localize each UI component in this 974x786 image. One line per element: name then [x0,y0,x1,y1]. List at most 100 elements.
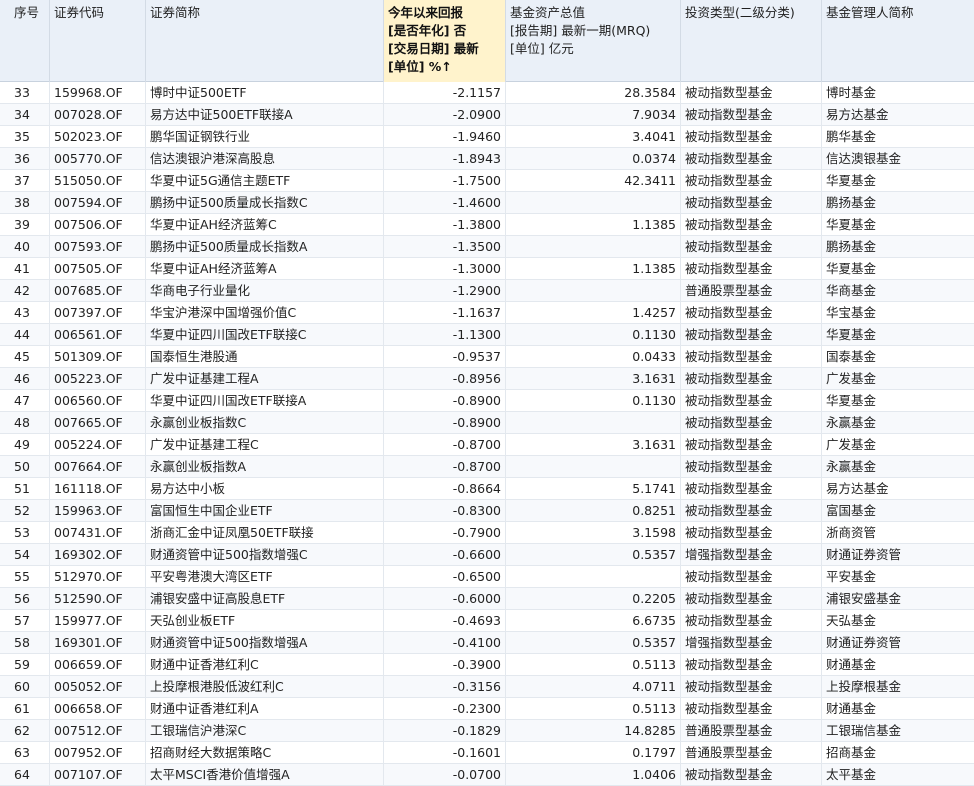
cell-code[interactable]: 159963.OF [50,500,146,522]
cell-ytd-return[interactable]: -0.8300 [384,500,506,522]
table-row[interactable]: 54 169302.OF 财通资管中证500指数增强C -0.6600 0.5357 增强… [0,544,974,566]
cell-total-assets[interactable]: 1.1385 [506,258,681,280]
cell-seq[interactable]: 44 [0,324,50,346]
cell-name[interactable]: 华夏中证四川国改ETF联接A [146,390,384,412]
cell-invest-type[interactable]: 被动指数型基金 [681,654,822,676]
cell-invest-type[interactable]: 增强指数型基金 [681,632,822,654]
cell-total-assets[interactable] [506,566,681,588]
cell-code[interactable]: 006659.OF [50,654,146,676]
cell-code[interactable]: 007397.OF [50,302,146,324]
cell-code[interactable]: 502023.OF [50,126,146,148]
cell-code[interactable]: 005052.OF [50,676,146,698]
cell-seq[interactable]: 55 [0,566,50,588]
cell-total-assets[interactable]: 28.3584 [506,82,681,104]
cell-code[interactable]: 006658.OF [50,698,146,720]
cell-manager[interactable]: 招商基金 [822,742,974,764]
cell-ytd-return[interactable]: -1.3800 [384,214,506,236]
cell-code[interactable]: 159977.OF [50,610,146,632]
cell-seq[interactable]: 52 [0,500,50,522]
cell-ytd-return[interactable]: -1.7500 [384,170,506,192]
cell-name[interactable]: 财通中证香港红利C [146,654,384,676]
cell-total-assets[interactable]: 0.5357 [506,632,681,654]
cell-seq[interactable]: 64 [0,764,50,786]
cell-ytd-return[interactable]: -0.6500 [384,566,506,588]
cell-seq[interactable]: 51 [0,478,50,500]
cell-name[interactable]: 永赢创业板指数A [146,456,384,478]
cell-seq[interactable]: 53 [0,522,50,544]
cell-code[interactable]: 007665.OF [50,412,146,434]
cell-code[interactable]: 007664.OF [50,456,146,478]
cell-seq[interactable]: 40 [0,236,50,258]
table-row[interactable]: 52 159963.OF 富国恒生中国企业ETF -0.8300 0.8251 被动指数型… [0,500,974,522]
cell-total-assets[interactable]: 1.4257 [506,302,681,324]
cell-ytd-return[interactable]: -1.1300 [384,324,506,346]
cell-seq[interactable]: 47 [0,390,50,412]
cell-name[interactable]: 平安粤港澳大湾区ETF [146,566,384,588]
cell-code[interactable]: 005224.OF [50,434,146,456]
cell-name[interactable]: 易方达中证500ETF联接A [146,104,384,126]
table-row[interactable]: 55 512970.OF 平安粤港澳大湾区ETF -0.6500 被动指数型基金 平安基金 [0,566,974,588]
col-header-invest-type[interactable]: 投资类型(二级分类) [681,0,822,82]
cell-ytd-return[interactable]: -0.8900 [384,412,506,434]
cell-invest-type[interactable]: 被动指数型基金 [681,258,822,280]
cell-name[interactable]: 易方达中小板 [146,478,384,500]
cell-manager[interactable]: 广发基金 [822,434,974,456]
cell-name[interactable]: 华夏中证AH经济蓝筹C [146,214,384,236]
cell-ytd-return[interactable]: -1.4600 [384,192,506,214]
cell-code[interactable]: 007505.OF [50,258,146,280]
cell-ytd-return[interactable]: -1.3000 [384,258,506,280]
cell-name[interactable]: 浦银安盛中证高股息ETF [146,588,384,610]
table-row[interactable]: 64 007107.OF 太平MSCI香港价值增强A -0.0700 1.0406 被动指… [0,764,974,786]
cell-code[interactable]: 006560.OF [50,390,146,412]
cell-seq[interactable]: 46 [0,368,50,390]
cell-ytd-return[interactable]: -0.4100 [384,632,506,654]
cell-total-assets[interactable]: 0.8251 [506,500,681,522]
col-header-seq[interactable]: 序号 [0,0,50,82]
cell-invest-type[interactable]: 被动指数型基金 [681,346,822,368]
cell-invest-type[interactable]: 普通股票型基金 [681,280,822,302]
cell-name[interactable]: 财通中证香港红利A [146,698,384,720]
cell-code[interactable]: 169302.OF [50,544,146,566]
cell-code[interactable]: 512970.OF [50,566,146,588]
cell-manager[interactable]: 华夏基金 [822,258,974,280]
cell-manager[interactable]: 易方达基金 [822,478,974,500]
table-row[interactable]: 37 515050.OF 华夏中证5G通信主题ETF -1.7500 42.3411 被动… [0,170,974,192]
table-row[interactable]: 58 169301.OF 财通资管中证500指数增强A -0.4100 0.5357 增强… [0,632,974,654]
cell-ytd-return[interactable]: -1.3500 [384,236,506,258]
cell-seq[interactable]: 37 [0,170,50,192]
cell-manager[interactable]: 华商基金 [822,280,974,302]
cell-seq[interactable]: 34 [0,104,50,126]
cell-ytd-return[interactable]: -1.2900 [384,280,506,302]
table-row[interactable]: 42 007685.OF 华商电子行业量化 -1.2900 普通股票型基金 华商基金 [0,280,974,302]
cell-total-assets[interactable]: 0.0433 [506,346,681,368]
table-row[interactable]: 40 007593.OF 鹏扬中证500质量成长指数A -1.3500 被动指数型基金鹏… [0,236,974,258]
cell-manager[interactable]: 鹏华基金 [822,126,974,148]
table-row[interactable]: 33 159968.OF 博时中证500ETF -2.1157 28.3584 被动指数型… [0,82,974,104]
cell-seq[interactable]: 50 [0,456,50,478]
cell-name[interactable]: 富国恒生中国企业ETF [146,500,384,522]
cell-manager[interactable]: 鹏扬基金 [822,236,974,258]
cell-total-assets[interactable]: 0.1130 [506,324,681,346]
cell-ytd-return[interactable]: -0.8900 [384,390,506,412]
cell-invest-type[interactable]: 被动指数型基金 [681,390,822,412]
cell-manager[interactable]: 信达澳银基金 [822,148,974,170]
cell-invest-type[interactable]: 普通股票型基金 [681,720,822,742]
cell-ytd-return[interactable]: -0.6600 [384,544,506,566]
table-row[interactable]: 38 007594.OF 鹏扬中证500质量成长指数C -1.4600 被动指数型基金鹏… [0,192,974,214]
cell-code[interactable]: 007107.OF [50,764,146,786]
cell-code[interactable]: 007431.OF [50,522,146,544]
table-row[interactable]: 61 006658.OF 财通中证香港红利A -0.2300 0.5113 被动指数型基金… [0,698,974,720]
cell-manager[interactable]: 工银瑞信基金 [822,720,974,742]
cell-name[interactable]: 华夏中证AH经济蓝筹A [146,258,384,280]
cell-total-assets[interactable]: 0.5357 [506,544,681,566]
cell-ytd-return[interactable]: -0.2300 [384,698,506,720]
cell-seq[interactable]: 57 [0,610,50,632]
col-header-total-assets[interactable]: 基金资产总值 [报告期] 最新一期(MRQ) [单位] 亿元 [506,0,681,82]
cell-ytd-return[interactable]: -2.1157 [384,82,506,104]
table-row[interactable]: 43 007397.OF 华宝沪港深中国增强价值C -1.1637 1.4257 被动指数… [0,302,974,324]
cell-ytd-return[interactable]: -0.7900 [384,522,506,544]
cell-seq[interactable]: 54 [0,544,50,566]
col-header-ytd-return[interactable]: 今年以来回报 [是否年化] 否 [交易日期] 最新 [单位] %↑ [384,0,506,82]
cell-manager[interactable]: 博时基金 [822,82,974,104]
cell-total-assets[interactable]: 3.4041 [506,126,681,148]
